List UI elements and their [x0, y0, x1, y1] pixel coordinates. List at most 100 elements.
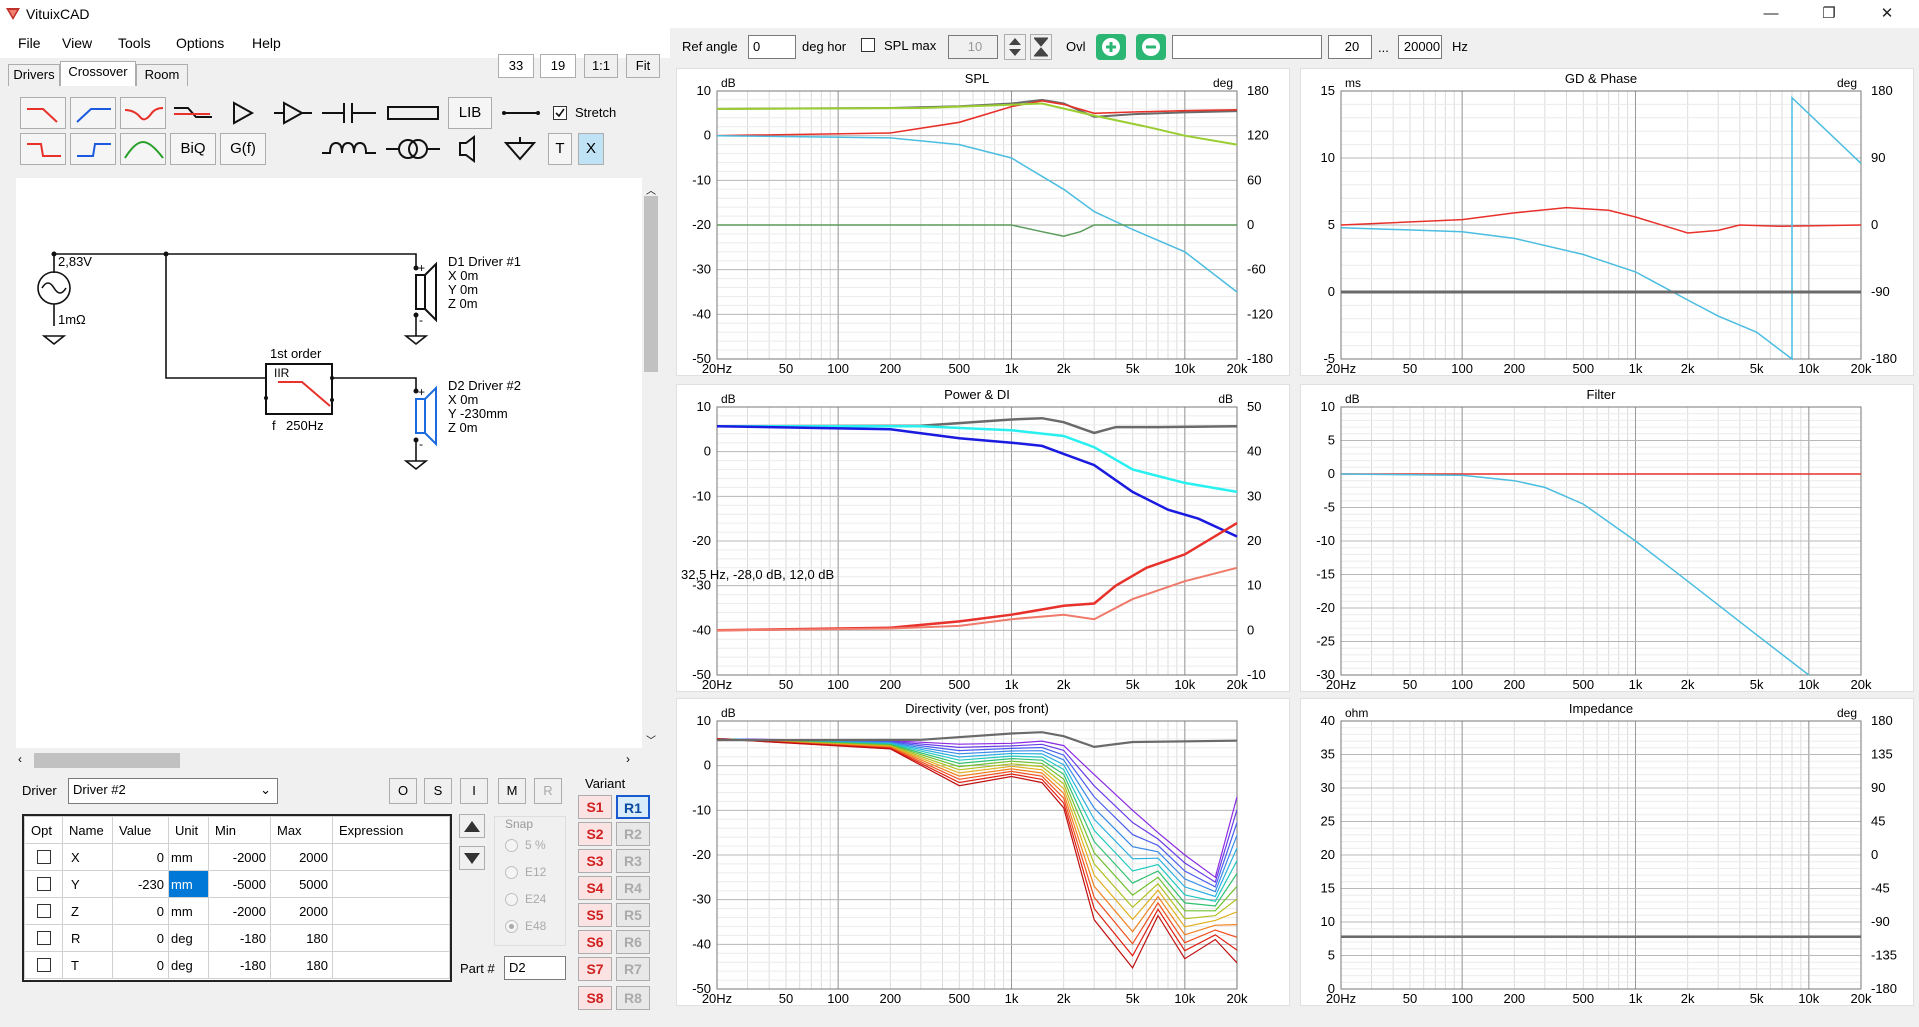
- menu-tools[interactable]: Tools: [118, 35, 151, 51]
- min-cell[interactable]: -2000: [208, 897, 271, 925]
- capacitor-button[interactable]: [320, 97, 376, 129]
- speaker-button[interactable]: [448, 133, 492, 165]
- min-cell[interactable]: -180: [208, 951, 271, 979]
- max-cell[interactable]: 180: [270, 924, 333, 952]
- zoom-x-field[interactable]: 33: [498, 54, 534, 78]
- bandpass-button[interactable]: [120, 133, 166, 165]
- buffer-button[interactable]: [220, 97, 266, 129]
- ovl-add-button[interactable]: [1096, 34, 1126, 60]
- menu-file[interactable]: File: [18, 35, 41, 51]
- zoom-1-1-button[interactable]: 1:1: [584, 54, 618, 78]
- parameter-grid[interactable]: Opt Name Value Unit Min Max Expression X 0 mm -20…: [22, 814, 452, 982]
- zoom-fit-button[interactable]: Fit: [626, 54, 660, 78]
- unit-cell-selected[interactable]: mm: [168, 870, 209, 898]
- snap-e48-radio[interactable]: [505, 920, 518, 933]
- spin-updown-button[interactable]: [1004, 34, 1026, 60]
- part-input[interactable]: D2: [504, 956, 566, 980]
- max-cell[interactable]: 180: [270, 951, 333, 979]
- variant-r5-button[interactable]: R5: [616, 903, 650, 927]
- max-cell[interactable]: 5000: [270, 870, 333, 898]
- ref-angle-input[interactable]: 0: [748, 35, 796, 59]
- variant-s4-button[interactable]: S4: [578, 876, 612, 900]
- close-icon[interactable]: ✕: [1864, 0, 1910, 28]
- opt-checkbox[interactable]: [37, 877, 51, 891]
- lowpass-2-button[interactable]: [20, 133, 66, 165]
- move-down-button[interactable]: [459, 846, 485, 870]
- stretch-checkbox[interactable]: [553, 106, 567, 120]
- highpass-blue-button[interactable]: [70, 97, 116, 129]
- spl-chart[interactable]: SPLdB deg100-10-20-30-40-50180120600-60-1…: [677, 69, 1291, 377]
- gd-phase-chart-panel[interactable]: GD & Phase ms deg 15 10 5 0 -5 180 90 0 -90 -180 20Hz…: [1300, 68, 1914, 376]
- restore-icon[interactable]: ❐: [1806, 0, 1852, 28]
- table-row[interactable]: R 0 deg -180 180: [24, 924, 450, 952]
- variant-r8-button[interactable]: R8: [616, 986, 650, 1010]
- opt-cell[interactable]: [24, 843, 63, 871]
- wire-button[interactable]: [498, 97, 544, 129]
- scroll-thumb[interactable]: [644, 196, 658, 372]
- chevron-right-icon[interactable]: ›: [626, 752, 630, 766]
- variant-s1-button[interactable]: S1: [578, 795, 612, 819]
- table-row[interactable]: Z 0 mm -2000 2000: [24, 897, 450, 925]
- directivity-chart-panel[interactable]: Directivity (ver, pos front) dB 10 0 -10 -20-…: [676, 698, 1290, 1006]
- directivity-chart[interactable]: Directivity (ver, pos front)dB100-10-20-…: [677, 699, 1291, 1007]
- variant-r2-button[interactable]: R2: [616, 822, 650, 846]
- freq-min-input[interactable]: 20: [1328, 35, 1372, 59]
- min-cell[interactable]: -5000: [208, 870, 271, 898]
- variant-s2-button[interactable]: S2: [578, 822, 612, 846]
- table-row[interactable]: Y -230 mm -5000 5000: [24, 870, 450, 898]
- shelf-button[interactable]: [170, 97, 216, 129]
- spl-chart-panel[interactable]: SPL dB deg 10 0 -10 -20 -30 -40 -50 180 120 60 0 -60 -1…: [676, 68, 1290, 376]
- menu-view[interactable]: View: [62, 35, 92, 51]
- highpass-2-button[interactable]: [70, 133, 116, 165]
- filter-chart[interactable]: FilterdB1050-5-10-15-20-25-3020Hz 50 100 20…: [1301, 385, 1915, 693]
- r-button[interactable]: R: [534, 778, 562, 804]
- transformer-button[interactable]: [384, 133, 442, 165]
- opt-checkbox[interactable]: [37, 958, 51, 972]
- value-cell[interactable]: 0: [112, 843, 169, 871]
- max-cell[interactable]: 2000: [270, 897, 333, 925]
- expression-cell[interactable]: [332, 951, 450, 979]
- tab-room[interactable]: Room: [136, 64, 188, 86]
- opt-cell[interactable]: [24, 870, 63, 898]
- unit-cell[interactable]: mm: [168, 843, 209, 871]
- move-up-button[interactable]: [459, 814, 485, 838]
- max-cell[interactable]: 2000: [270, 843, 333, 871]
- min-cell[interactable]: -180: [208, 924, 271, 952]
- d1-name[interactable]: D1 Driver #1: [448, 254, 521, 269]
- expression-cell[interactable]: [332, 843, 450, 871]
- filter-chart-panel[interactable]: Filter dB 10 5 0 -5 -10 -15 -20 -25 -30 20Hz 50 100 20…: [1300, 384, 1914, 692]
- menu-options[interactable]: Options: [176, 35, 224, 51]
- freq-max-input[interactable]: 20000: [1398, 35, 1442, 59]
- zoom-y-field[interactable]: 19: [540, 54, 576, 78]
- chevron-up-icon[interactable]: ︿: [646, 182, 656, 197]
- variant-r3-button[interactable]: R3: [616, 849, 650, 873]
- unit-cell[interactable]: deg: [168, 924, 209, 952]
- i-button[interactable]: I: [460, 778, 488, 804]
- resistor-button[interactable]: [384, 97, 442, 129]
- expression-cell[interactable]: [332, 870, 450, 898]
- spin-limit-button[interactable]: [1030, 34, 1052, 60]
- snap-e12-radio[interactable]: [505, 866, 518, 879]
- opt-cell[interactable]: [24, 924, 63, 952]
- menu-help[interactable]: Help: [252, 35, 281, 51]
- impedance-chart[interactable]: Impedanceohm deg4035302520151050180135904…: [1301, 699, 1915, 1007]
- variant-s8-button[interactable]: S8: [578, 986, 612, 1010]
- unit-cell[interactable]: deg: [168, 951, 209, 979]
- o-button[interactable]: O: [389, 778, 417, 804]
- lowpass-red-button[interactable]: [20, 97, 66, 129]
- ground-button[interactable]: [498, 133, 542, 165]
- value-cell[interactable]: -230: [112, 870, 169, 898]
- d2-name[interactable]: D2 Driver #2: [448, 378, 521, 393]
- snap-e24-radio[interactable]: [505, 893, 518, 906]
- opt-cell[interactable]: [24, 897, 63, 925]
- spl-max-checkbox[interactable]: [861, 38, 875, 52]
- value-cell[interactable]: 0: [112, 924, 169, 952]
- variant-s3-button[interactable]: S3: [578, 849, 612, 873]
- chevron-down-icon[interactable]: ﹀: [646, 732, 656, 747]
- table-row[interactable]: X 0 mm -2000 2000: [24, 843, 450, 871]
- power-di-chart[interactable]: Power & DIdB dB100-10-20-30-40-5050403020…: [677, 385, 1291, 693]
- value-cell[interactable]: 0: [112, 897, 169, 925]
- variant-s5-button[interactable]: S5: [578, 903, 612, 927]
- variant-r7-button[interactable]: R7: [616, 957, 650, 981]
- opt-cell[interactable]: [24, 951, 63, 979]
